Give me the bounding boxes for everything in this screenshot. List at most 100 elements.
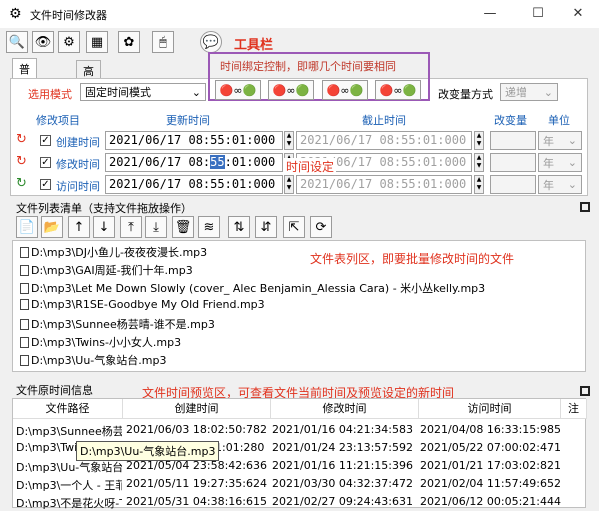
tab-advanced-mode[interactable]: 高级模式	[76, 60, 101, 126]
move-top-icon[interactable]: ⤒	[120, 216, 142, 238]
bind-button-create-modify[interactable]: 🔴∞🟢	[215, 80, 261, 100]
list-item[interactable]: D:\mp3\Twins-小小女人.mp3	[20, 334, 181, 350]
modify-time-icon: ↻	[16, 154, 27, 169]
column-header-path[interactable]: 文件路径	[13, 399, 123, 419]
table-cell-access[interactable]: 2021/01/21 17:03:02:821	[420, 459, 561, 472]
create-time-end-spinner[interactable]: ▲ ▼	[474, 131, 484, 150]
file-path: D:\mp3\Twins-小小女人.mp3	[31, 336, 182, 349]
bind-button-modify-access[interactable]: 🔴∞🟢	[322, 80, 368, 100]
settings-icon[interactable]: ⚙	[58, 31, 80, 53]
move-down-icon[interactable]: ↓	[93, 216, 115, 238]
table-cell-access[interactable]: 2021/06/12 00:05:21:444	[420, 495, 561, 508]
modify-time-end-spinner[interactable]: ▲ ▼	[474, 153, 484, 172]
add-folder-icon[interactable]: 📂	[41, 216, 63, 238]
create-time-checkbox[interactable]: ✓	[40, 135, 51, 146]
preview-maximize-icon[interactable]	[580, 386, 590, 396]
file-icon	[20, 336, 29, 348]
move-bottom-icon[interactable]: ⤓	[145, 216, 167, 238]
modify-time-checkbox[interactable]: ✓	[40, 157, 51, 168]
file-path: D:\mp3\Let Me Down Slowly (cover_ Alec B…	[31, 282, 486, 295]
eye-icon[interactable]: 👁	[32, 31, 54, 53]
path-tooltip: D:\mp3\Uu-气象站台.mp3	[76, 441, 220, 461]
table-cell-path[interactable]: D:\mp3\Sunnee杨芸晴	[16, 423, 122, 439]
preview-title: 文件原时间信息	[16, 384, 93, 397]
access-time-icon: ↻	[16, 176, 27, 191]
list-item[interactable]: D:\mp3\DJ小鱼儿-夜夜夜漫长.mp3	[20, 244, 207, 260]
modify-time-prefix: 2021/06/17 08:	[109, 155, 211, 169]
modify-time-unit-select[interactable]: 年 ⌄	[538, 153, 582, 172]
access-time-delta-input[interactable]	[490, 175, 536, 194]
access-time-new-spinner[interactable]: ▲ ▼	[284, 175, 294, 194]
table-cell-modify[interactable]: 2021/03/30 04:32:37:472	[272, 477, 413, 490]
access-time-unit-select[interactable]: 年 ⌄	[538, 175, 582, 194]
create-time-new-spinner[interactable]: ▲ ▼	[284, 131, 294, 150]
sort-desc-icon[interactable]: ⇵	[255, 216, 277, 238]
list-item[interactable]: D:\mp3\Let Me Down Slowly (cover_ Alec B…	[20, 280, 485, 296]
bind-link-icon: 🔴∞🟢	[379, 83, 417, 97]
title-bar: ⚙ 文件时间修改器 — ☐ ✕	[0, 0, 599, 28]
close-button[interactable]: ✕	[558, 4, 598, 24]
header-delta: 改变量	[494, 114, 527, 127]
delete-icon[interactable]: 🗑	[172, 216, 194, 238]
create-time-delta-input[interactable]	[490, 131, 536, 150]
table-cell-modify[interactable]: 2021/01/16 04:21:34:583	[272, 423, 413, 436]
sort-asc-icon[interactable]: ⇅	[228, 216, 250, 238]
access-time-new-input[interactable]: 2021/06/17 08:55:01:000	[105, 175, 283, 194]
bind-button-all[interactable]: 🔴∞🟢	[375, 80, 421, 100]
table-cell-path[interactable]: D:\mp3\不是花火呀-T	[16, 495, 122, 511]
list-item[interactable]: D:\mp3\GAI周延-我们十年.mp3	[20, 262, 193, 278]
search-icon[interactable]: 🔍	[6, 31, 28, 53]
refresh-icon[interactable]: ⟳	[310, 216, 332, 238]
access-time-end-input[interactable]: 2021/06/17 08:55:01:000	[296, 175, 472, 194]
add-files-icon[interactable]: 📄	[16, 216, 38, 238]
create-time-unit-select[interactable]: 年 ⌄	[538, 131, 582, 150]
table-cell-create[interactable]: 2021/05/31 04:38:16:615	[126, 495, 267, 508]
filelist-maximize-icon[interactable]	[580, 202, 590, 212]
bind-button-create-access[interactable]: 🔴∞🟢	[268, 80, 314, 100]
access-time-end-spinner[interactable]: ▲ ▼	[474, 175, 484, 194]
table-cell-modify[interactable]: 2021/01/16 11:21:15:396	[272, 459, 413, 472]
table-cell-path[interactable]: D:\mp3\一个人 - 王菲	[16, 477, 122, 493]
bind-link-icon: 🔴∞🟢	[219, 83, 257, 97]
column-header-create[interactable]: 创建时间	[123, 399, 271, 419]
clear-icon[interactable]: ≋	[198, 216, 220, 238]
create-time-new-input[interactable]: 2021/06/17 08:55:01:000	[105, 131, 283, 150]
access-time-checkbox[interactable]: ✓	[40, 179, 51, 190]
change-mode-value: 递增	[505, 86, 527, 99]
maximize-button[interactable]: ☐	[518, 4, 558, 24]
mode-select[interactable]: 固定时间模式 ⌄	[80, 83, 206, 101]
table-cell-access[interactable]: 2021/04/08 16:33:15:985	[420, 423, 561, 436]
tab-normal-mode[interactable]: 普通模式	[12, 58, 37, 124]
change-mode-select[interactable]: 递增 ⌄	[500, 83, 558, 101]
list-item[interactable]: D:\mp3\R1SE-Goodbye My Old Friend.mp3	[20, 298, 265, 311]
mode-label: 选用模式	[28, 88, 72, 101]
table-cell-create[interactable]: 2021/05/11 19:27:35:624	[126, 477, 267, 490]
filelist-toolbar: 📄 📂 ↑ ↓ ⤒ ⤓ 🗑 ≋ ⇅ ⇵ ⇱ ⟳	[12, 214, 586, 238]
table-cell-create[interactable]: 2021/06/03 18:02:50:782	[126, 423, 267, 436]
list-item[interactable]: D:\mp3\Uu-气象站台.mp3	[20, 352, 166, 368]
table-cell-path[interactable]: D:\mp3\Uu-气象站台	[16, 459, 122, 475]
table-cell-access[interactable]: 2021/02/04 11:57:49:652	[420, 477, 561, 490]
table-cell-access[interactable]: 2021/05/22 07:00:02:471	[420, 441, 561, 454]
modify-time-delta-input[interactable]	[490, 153, 536, 172]
column-header-access[interactable]: 访问时间	[419, 399, 561, 419]
export-icon[interactable]: ⇱	[283, 216, 305, 238]
table-cell-modify[interactable]: 2021/01/24 23:13:57:592	[272, 441, 413, 454]
move-up-icon[interactable]: ↑	[68, 216, 90, 238]
tools-icon[interactable]: ✿	[118, 31, 140, 53]
app-gear-icon: ⚙	[9, 6, 22, 22]
table-cell-path[interactable]: D:\mp3\Twi	[16, 441, 76, 454]
minimize-button[interactable]: —	[470, 4, 510, 24]
column-header-modify[interactable]: 修改时间	[271, 399, 419, 419]
table-cell-modify[interactable]: 2021/02/27 09:24:43:631	[272, 495, 413, 508]
list-item[interactable]: D:\mp3\Sunnee杨芸晴-谁不是.mp3	[20, 316, 215, 332]
create-time-end-input[interactable]: 2021/06/17 08:55:01:000	[296, 131, 472, 150]
bind-link-icon: 🔴∞🟢	[272, 83, 310, 97]
filelist-annotation: 文件表列区，即要批量修改时间的文件	[310, 252, 515, 266]
mode-select-value: 固定时间模式	[85, 86, 151, 99]
image-icon[interactable]: ▦	[86, 31, 108, 53]
column-header-note[interactable]: 注	[561, 399, 587, 419]
chat-icon[interactable]: 💬	[200, 31, 222, 53]
mouse-icon[interactable]: 🖱	[152, 31, 174, 53]
modify-time-new-input[interactable]: 2021/06/17 08:55:01:000	[105, 153, 283, 172]
